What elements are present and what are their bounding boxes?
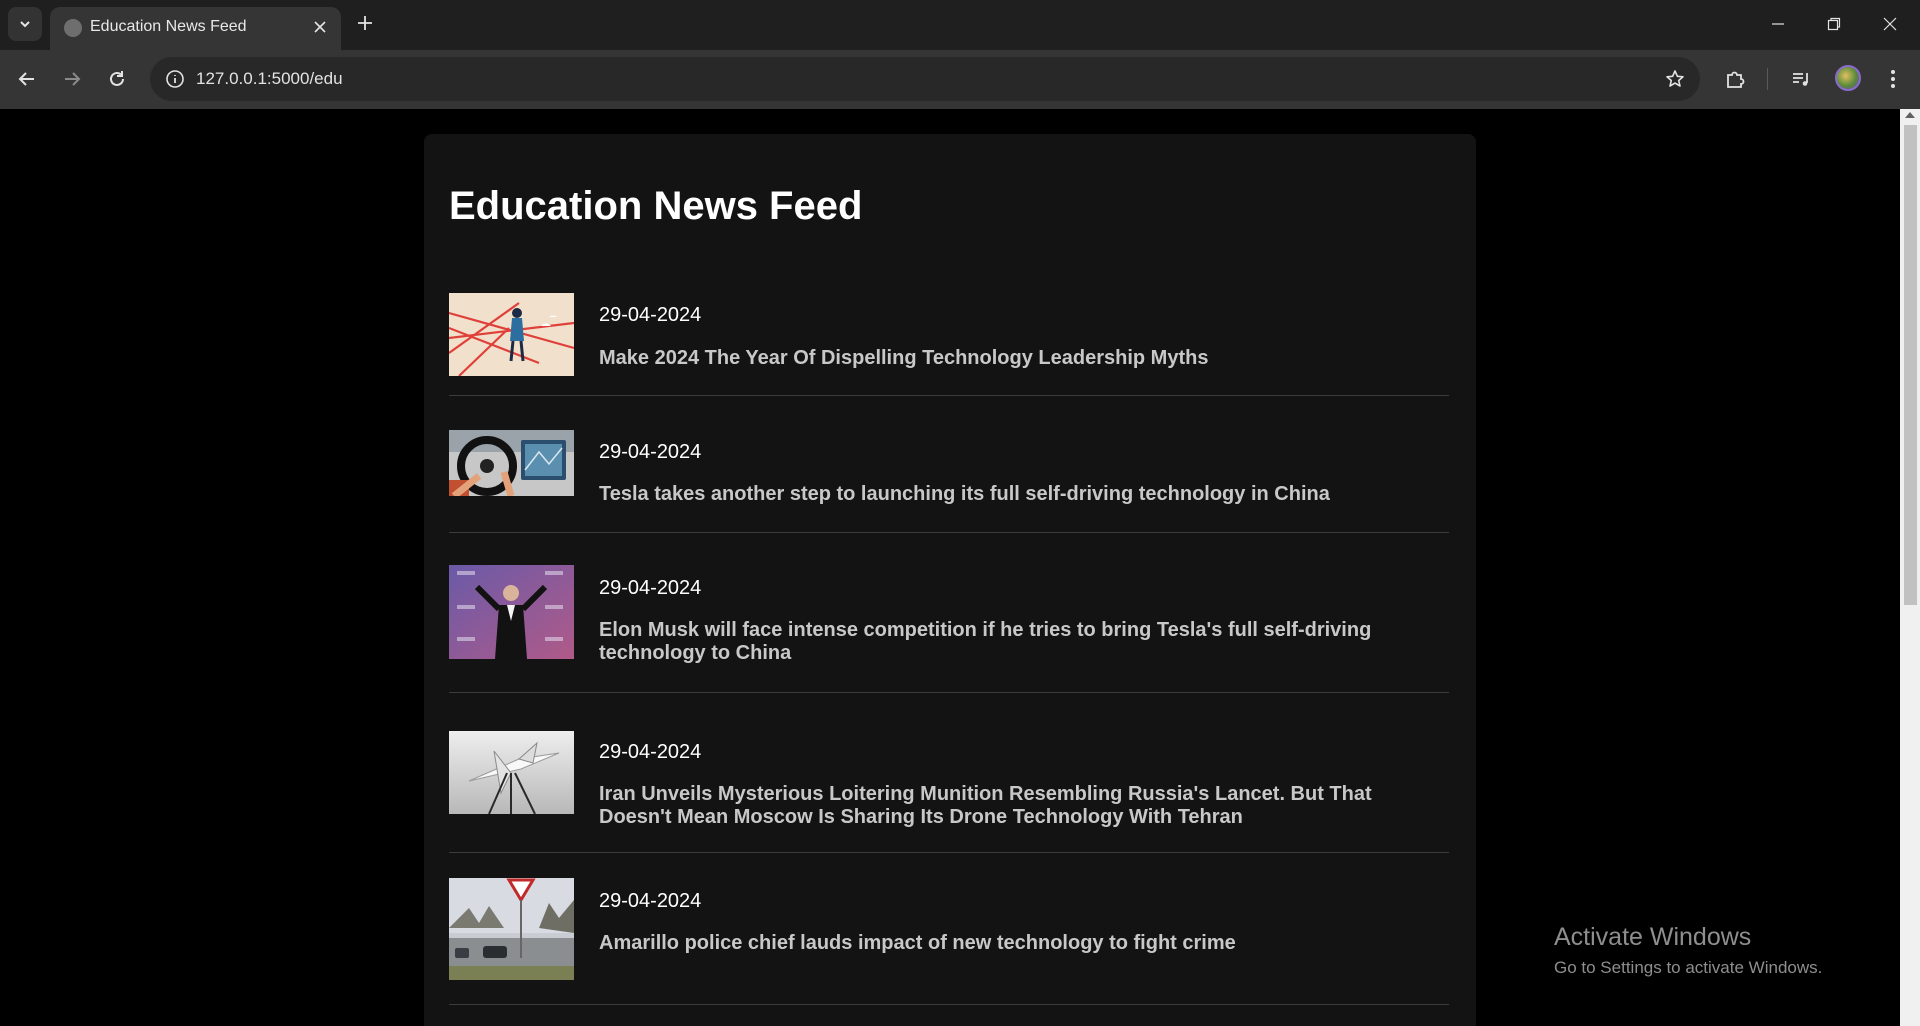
news-title[interactable]: Elon Musk will face intense competition … xyxy=(599,619,1419,665)
scrollbar-thumb[interactable] xyxy=(1904,125,1917,605)
vertical-scrollbar[interactable] xyxy=(1900,109,1920,1026)
news-title[interactable]: Amarillo police chief lauds impact of ne… xyxy=(599,932,1419,955)
tab-strip: Education News Feed xyxy=(0,0,1920,50)
arrow-left-icon xyxy=(18,72,34,86)
kebab-menu-icon xyxy=(1891,70,1895,88)
globe-icon xyxy=(64,19,82,37)
browser-toolbar: 127.0.0.1:5000/edu xyxy=(0,50,1920,109)
browser-tab[interactable]: Education News Feed xyxy=(50,7,341,50)
reload-icon xyxy=(110,71,124,86)
profile-avatar[interactable] xyxy=(1835,65,1861,91)
plus-icon xyxy=(358,16,372,30)
media-controls-button[interactable] xyxy=(1786,64,1816,94)
minimize-icon xyxy=(1772,23,1784,25)
news-feed-card: Education News Feed 29-04-2024 Make 2024… xyxy=(424,134,1476,1026)
news-item[interactable]: 29-04-2024 Make 2024 The Year Of Dispell… xyxy=(449,284,1449,396)
url-text[interactable]: 127.0.0.1:5000/edu xyxy=(196,69,343,89)
news-thumbnail[interactable] xyxy=(449,878,574,980)
restore-button[interactable] xyxy=(1806,0,1862,48)
news-thumbnail[interactable] xyxy=(449,565,574,659)
tab-search-button[interactable] xyxy=(8,7,42,41)
extensions-button[interactable] xyxy=(1720,64,1750,94)
news-date: 29-04-2024 xyxy=(599,890,702,912)
puzzle-icon xyxy=(1727,71,1745,88)
news-date: 29-04-2024 xyxy=(599,741,702,763)
restore-icon xyxy=(1827,17,1841,31)
forward-button[interactable] xyxy=(57,64,87,94)
watermark-subtitle: Go to Settings to activate Windows. xyxy=(1554,958,1823,977)
bookmark-star-icon[interactable] xyxy=(1662,66,1688,92)
close-window-button[interactable] xyxy=(1862,0,1918,48)
news-thumbnail[interactable] xyxy=(449,731,574,814)
news-title[interactable]: Iran Unveils Mysterious Loitering Muniti… xyxy=(599,783,1419,829)
news-item[interactable]: 29-04-2024 Elon Musk will face intense c… xyxy=(449,533,1449,693)
site-info-icon[interactable] xyxy=(162,66,188,92)
page-viewport: Education News Feed 29-04-2024 Make 2024… xyxy=(0,109,1920,1026)
chevron-down-icon xyxy=(20,21,30,28)
news-title[interactable]: Tesla takes another step to launching it… xyxy=(599,483,1419,506)
tab-title: Education News Feed xyxy=(90,18,247,35)
watermark-title: Activate Windows xyxy=(1554,923,1752,951)
minimize-button[interactable] xyxy=(1750,0,1806,48)
address-bar[interactable]: 127.0.0.1:5000/edu xyxy=(150,57,1700,101)
reload-button[interactable] xyxy=(102,64,132,94)
toolbar-separator xyxy=(1767,68,1768,90)
close-icon xyxy=(1883,17,1897,31)
page-title: Education News Feed xyxy=(449,184,863,228)
close-tab-icon[interactable] xyxy=(309,16,331,38)
news-list: 29-04-2024 Make 2024 The Year Of Dispell… xyxy=(449,284,1449,1005)
new-tab-button[interactable] xyxy=(350,8,380,38)
news-thumbnail[interactable] xyxy=(449,430,574,496)
activate-windows-watermark: Activate Windows Go to Settings to activ… xyxy=(1554,923,1822,978)
news-date: 29-04-2024 xyxy=(599,441,702,463)
news-item[interactable]: 29-04-2024 Amarillo police chief lauds i… xyxy=(449,853,1449,1005)
back-button[interactable] xyxy=(12,64,42,94)
scroll-up-arrow-icon[interactable] xyxy=(1905,112,1915,118)
queue-music-icon xyxy=(1793,73,1808,86)
news-title[interactable]: Make 2024 The Year Of Dispelling Technol… xyxy=(599,347,1419,370)
news-date: 29-04-2024 xyxy=(599,304,702,326)
browser-menu-button[interactable] xyxy=(1878,64,1908,94)
news-thumbnail[interactable] xyxy=(449,293,574,376)
news-item[interactable]: 29-04-2024 Tesla takes another step to l… xyxy=(449,396,1449,533)
arrow-right-icon xyxy=(65,72,81,86)
news-item[interactable]: 29-04-2024 Iran Unveils Mysterious Loite… xyxy=(449,693,1449,853)
news-date: 29-04-2024 xyxy=(599,577,702,599)
